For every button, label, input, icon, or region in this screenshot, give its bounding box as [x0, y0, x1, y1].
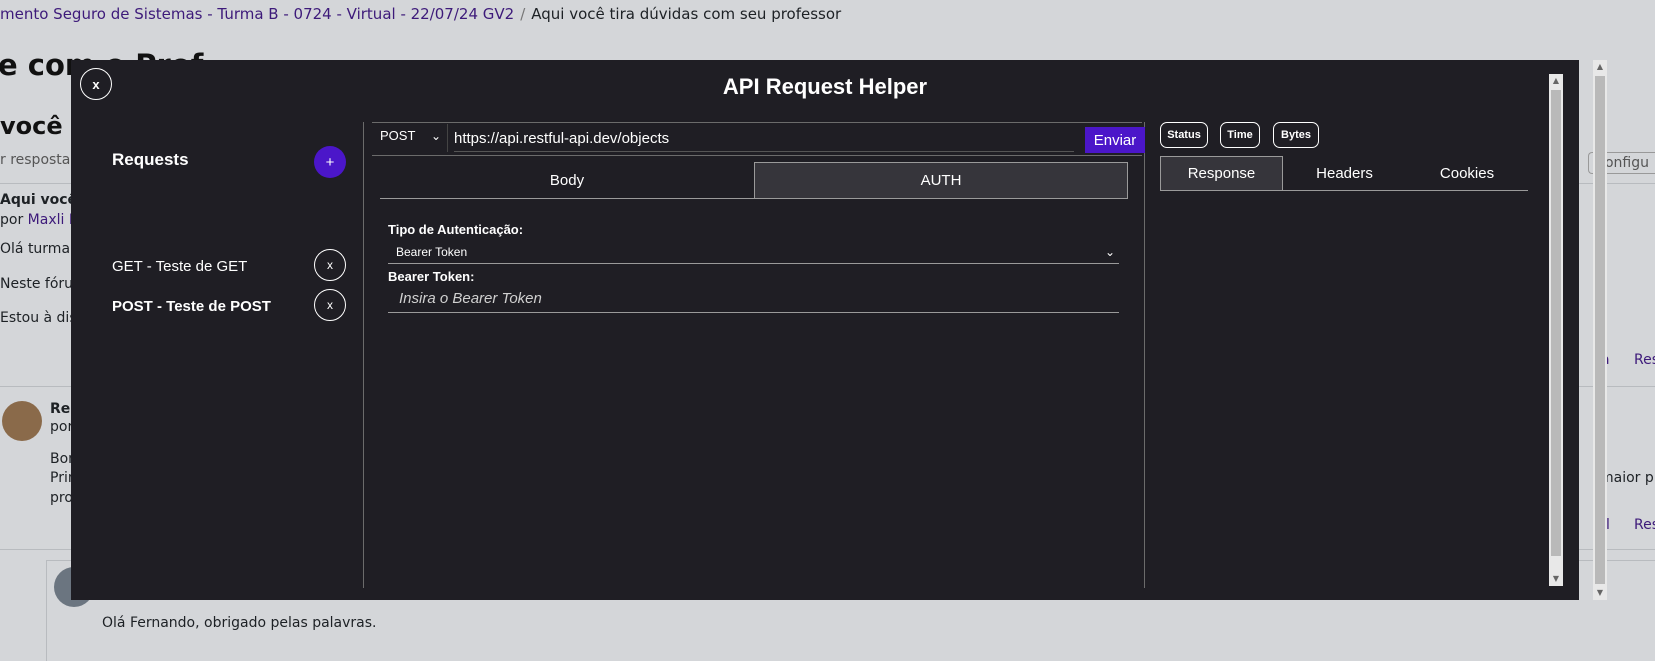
reply-text-line: pro	[50, 490, 73, 506]
breadcrumb-current: Aqui você tira dúvidas com seu professor	[531, 5, 842, 23]
close-icon: x	[327, 258, 333, 272]
breadcrumb-course-link[interactable]: mento Seguro de Sistemas - Turma B - 072…	[0, 5, 514, 23]
auth-type-select[interactable]: Bearer Token ⌄	[388, 240, 1119, 264]
delete-request-button[interactable]: x	[314, 289, 346, 321]
scrollbar-thumb[interactable]	[1595, 76, 1605, 584]
post-text-line: Olá turma.	[0, 241, 75, 257]
auth-type-value: Bearer Token	[396, 245, 468, 259]
send-button[interactable]: Enviar	[1085, 127, 1145, 153]
post-text-line: Neste fórun	[0, 276, 82, 292]
page-scrollbar[interactable]: ▲ ▼	[1593, 60, 1607, 600]
status-badge: Status	[1160, 122, 1208, 148]
modal-scrollbar[interactable]: ▲ ▼	[1549, 74, 1563, 586]
tab-headers[interactable]: Headers	[1283, 156, 1406, 190]
tab-response[interactable]: Response	[1160, 156, 1283, 190]
requests-title: Requests	[112, 150, 189, 169]
breadcrumb: mento Seguro de Sistemas - Turma B - 072…	[0, 5, 841, 23]
time-badge: Time	[1220, 122, 1260, 148]
add-request-button[interactable]: +	[314, 146, 346, 178]
scroll-down-icon[interactable]: ▼	[1549, 572, 1563, 586]
filter-label[interactable]: r respostas	[0, 152, 78, 168]
reply-action-link[interactable]: Res	[1634, 352, 1655, 368]
tab-body[interactable]: Body	[380, 162, 754, 198]
scroll-down-icon[interactable]: ▼	[1593, 586, 1607, 600]
request-item-post[interactable]: POST - Teste de POST	[112, 298, 271, 315]
modal-title: API Request Helper	[722, 74, 928, 99]
url-input[interactable]: https://api.restful-api.dev/objects	[454, 127, 1074, 152]
reply-byline: por	[50, 419, 74, 435]
reply-action-link[interactable]: Res	[1634, 517, 1655, 533]
response-panel: Status Time Bytes Response Headers Cooki…	[1145, 122, 1535, 588]
method-select[interactable]: POST ⌄	[372, 124, 448, 152]
reply-text-line: Olá Fernando, obrigado pelas palavras.	[102, 615, 377, 631]
avatar[interactable]	[2, 401, 42, 441]
request-item-get[interactable]: GET - Teste de GET	[112, 258, 247, 275]
plus-icon: +	[325, 153, 335, 171]
chevron-down-icon: ⌄	[1104, 245, 1115, 259]
request-editor-panel: POST ⌄ https://api.restful-api.dev/objec…	[364, 122, 1145, 588]
tab-auth[interactable]: AUTH	[754, 162, 1128, 198]
method-value: POST	[380, 128, 416, 143]
bytes-badge: Bytes	[1273, 122, 1319, 148]
scroll-up-icon[interactable]: ▲	[1593, 60, 1607, 74]
url-bar: POST ⌄ https://api.restful-api.dev/objec…	[372, 122, 1145, 156]
chevron-down-icon: ⌄	[430, 129, 441, 143]
response-tabs: Response Headers Cookies	[1160, 156, 1528, 191]
close-icon: x	[327, 298, 333, 312]
requests-panel: Requests + GET - Teste de GET x POST - T…	[71, 122, 364, 588]
bearer-token-input[interactable]: Insira o Bearer Token	[388, 285, 1119, 313]
scroll-up-icon[interactable]: ▲	[1549, 74, 1563, 88]
api-request-helper-modal: x API Request Helper Requests + GET - Te…	[71, 60, 1579, 600]
delete-request-button[interactable]: x	[314, 249, 346, 281]
reply-text-line: maior p	[1600, 470, 1654, 486]
breadcrumb-separator: /	[520, 5, 526, 23]
scrollbar-thumb[interactable]	[1551, 90, 1561, 556]
bearer-token-label: Bearer Token:	[388, 269, 475, 284]
tab-cookies[interactable]: Cookies	[1406, 156, 1528, 190]
request-tabs: Body AUTH	[380, 162, 1128, 199]
post-by-prefix: por	[0, 212, 28, 228]
auth-type-label: Tipo de Autenticação:	[388, 222, 524, 237]
